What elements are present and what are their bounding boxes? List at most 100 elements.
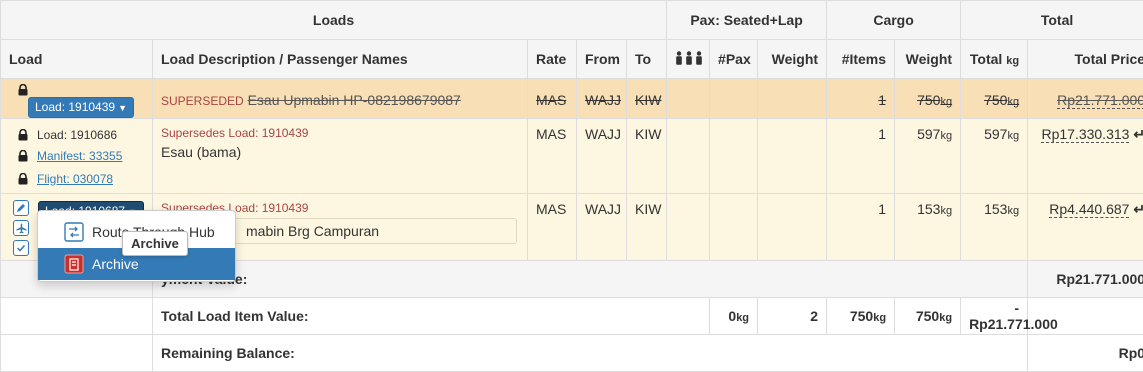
col-pax: #Pax xyxy=(710,40,758,79)
total-weight-value: 750 xyxy=(984,92,1007,108)
group-header-cargo: Cargo xyxy=(827,1,961,40)
archive-icon xyxy=(64,254,84,274)
cargo-weight: 597kg xyxy=(895,119,961,194)
rate: MAS xyxy=(528,194,577,261)
description-cell: Supersedes Load: 1910439 Esau (bama) xyxy=(153,119,528,194)
kg-unit: kg xyxy=(939,312,952,324)
from: WAJJ xyxy=(577,119,627,194)
to: KIW xyxy=(627,194,667,261)
item-count-total: 2 xyxy=(758,298,827,335)
caret-down-icon: ▼ xyxy=(118,103,127,113)
col-from: From xyxy=(577,40,627,79)
table-row: Load: 1910439▼ SUPERSEDED Esau Upmabin H… xyxy=(1,79,1143,119)
rate: MAS xyxy=(528,119,577,194)
kg-unit: kg xyxy=(1007,96,1019,108)
col-pax-weight: Weight xyxy=(758,40,827,79)
total-price: Rp17.330.313 ↵ xyxy=(1028,119,1143,194)
to: KIW xyxy=(627,79,667,119)
col-items: #Items xyxy=(827,40,895,79)
from: WAJJ xyxy=(577,79,627,119)
cargo-weight-value: 153 xyxy=(917,201,940,217)
supersedes-label: Supersedes Load: 1910439 xyxy=(161,126,519,140)
checkbox-checked-icon[interactable] xyxy=(13,240,29,256)
payment-value-label: yment Value: xyxy=(153,261,1028,298)
passengers-icon xyxy=(675,51,703,65)
col-rate: Rate xyxy=(528,40,577,79)
to: KIW xyxy=(627,119,667,194)
remaining-balance-row: Remaining Balance: Rp0 xyxy=(1,335,1143,372)
group-header-total: Total xyxy=(961,1,1143,40)
cargo-weight: 750kg xyxy=(895,79,961,119)
kg-unit: kg xyxy=(940,130,952,142)
total-price-value[interactable]: Rp17.330.313 xyxy=(1041,126,1129,143)
total-weight-total-value: 750 xyxy=(916,308,939,324)
kg-unit: kg xyxy=(1007,130,1019,142)
superseded-label: SUPERSEDED xyxy=(161,94,244,108)
lock-icon xyxy=(18,129,28,141)
total-price-value[interactable]: Rp21.771.000 xyxy=(1057,92,1143,109)
col-load: Load xyxy=(1,40,153,79)
rate: MAS xyxy=(528,79,577,119)
item-count: 1 xyxy=(827,79,895,119)
kg-unit: kg xyxy=(736,312,749,324)
kg-unit: kg xyxy=(940,96,952,108)
loads-table: Loads Pax: Seated+Lap Cargo Total Load L… xyxy=(0,0,1143,372)
lock-icon xyxy=(18,173,28,185)
pax-weight-total: 0kg xyxy=(710,298,758,335)
col-cargo-weight: Weight xyxy=(895,40,961,79)
row-actions xyxy=(13,200,29,256)
passenger-name: Esau Upmabin HP-082198679087 xyxy=(248,92,461,108)
total-price: Rp4.440.687 ↵ xyxy=(1028,194,1143,261)
kg-unit: kg xyxy=(940,205,952,217)
description-text: mabin Brg Campuran xyxy=(246,223,379,239)
col-total-price: Total Price xyxy=(1028,40,1143,79)
edit-pencil-icon[interactable] xyxy=(13,200,29,216)
load-button-label: Load: 1910439 xyxy=(35,100,115,114)
cargo-weight-total: 750kg xyxy=(827,298,895,335)
col-passengers xyxy=(667,40,710,79)
col-to: To xyxy=(627,40,667,79)
load-cell: Load: 1910439▼ xyxy=(1,79,153,119)
return-arrow-icon[interactable]: ↵ xyxy=(1133,201,1143,217)
load-1910439-button[interactable]: Load: 1910439▼ xyxy=(28,97,134,118)
load-item-value-row: Total Load Item Value: 0kg 2 750kg 750kg… xyxy=(1,298,1143,335)
load-cell: Load: 1910686 Manifest: 33355 Flight: 03… xyxy=(1,119,153,194)
kg-unit: kg xyxy=(1007,205,1019,217)
description-cell: SUPERSEDED Esau Upmabin HP-082198679087 xyxy=(153,79,528,119)
from: WAJJ xyxy=(577,194,627,261)
table-row: Load: 1910686 Manifest: 33355 Flight: 03… xyxy=(1,119,1143,194)
cargo-weight: 153kg xyxy=(895,194,961,261)
col-total-label: Total xyxy=(970,51,1002,67)
item-count: 1 xyxy=(827,119,895,194)
remaining-balance-label: Remaining Balance: xyxy=(153,335,1028,372)
total-weight-value: 597 xyxy=(984,126,1007,142)
load-item-value-label: Total Load Item Value: xyxy=(153,298,710,335)
archive-tooltip: Archive xyxy=(122,231,188,256)
kg-unit: kg xyxy=(873,312,886,324)
total-weight: 597kg xyxy=(961,119,1028,194)
total-weight: 750kg xyxy=(961,79,1028,119)
total-weight-total: 750kg xyxy=(895,298,961,335)
return-arrow-icon[interactable]: ↵ xyxy=(1133,126,1143,142)
load-label: Load: 1910686 xyxy=(37,128,117,142)
remaining-balance-value: Rp0 xyxy=(1028,335,1143,372)
load-item-value: -Rp21.771.000 xyxy=(961,298,1028,335)
total-price: Rp21.771.000 xyxy=(1028,79,1143,119)
group-header-pax: Pax: Seated+Lap xyxy=(667,1,827,40)
total-weight: 153kg xyxy=(961,194,1028,261)
total-weight-value: 153 xyxy=(984,201,1007,217)
cargo-weight-total-value: 750 xyxy=(850,308,873,324)
archive-label: Archive xyxy=(92,256,139,272)
manifest-link[interactable]: Manifest: 33355 xyxy=(37,149,122,163)
col-total-unit: kg xyxy=(1006,55,1019,67)
lock-icon xyxy=(18,150,28,162)
flight-link[interactable]: Flight: 030078 xyxy=(37,172,113,186)
total-price-value[interactable]: Rp4.440.687 xyxy=(1049,201,1129,218)
lock-icon xyxy=(18,84,28,96)
route-hub-icon xyxy=(64,222,84,242)
payment-value: Rp21.771.000 xyxy=(1028,261,1143,298)
passenger-name: Esau (bama) xyxy=(161,144,519,160)
item-count: 1 xyxy=(827,194,895,261)
cargo-weight-value: 750 xyxy=(917,92,940,108)
airplane-icon[interactable] xyxy=(13,220,29,236)
